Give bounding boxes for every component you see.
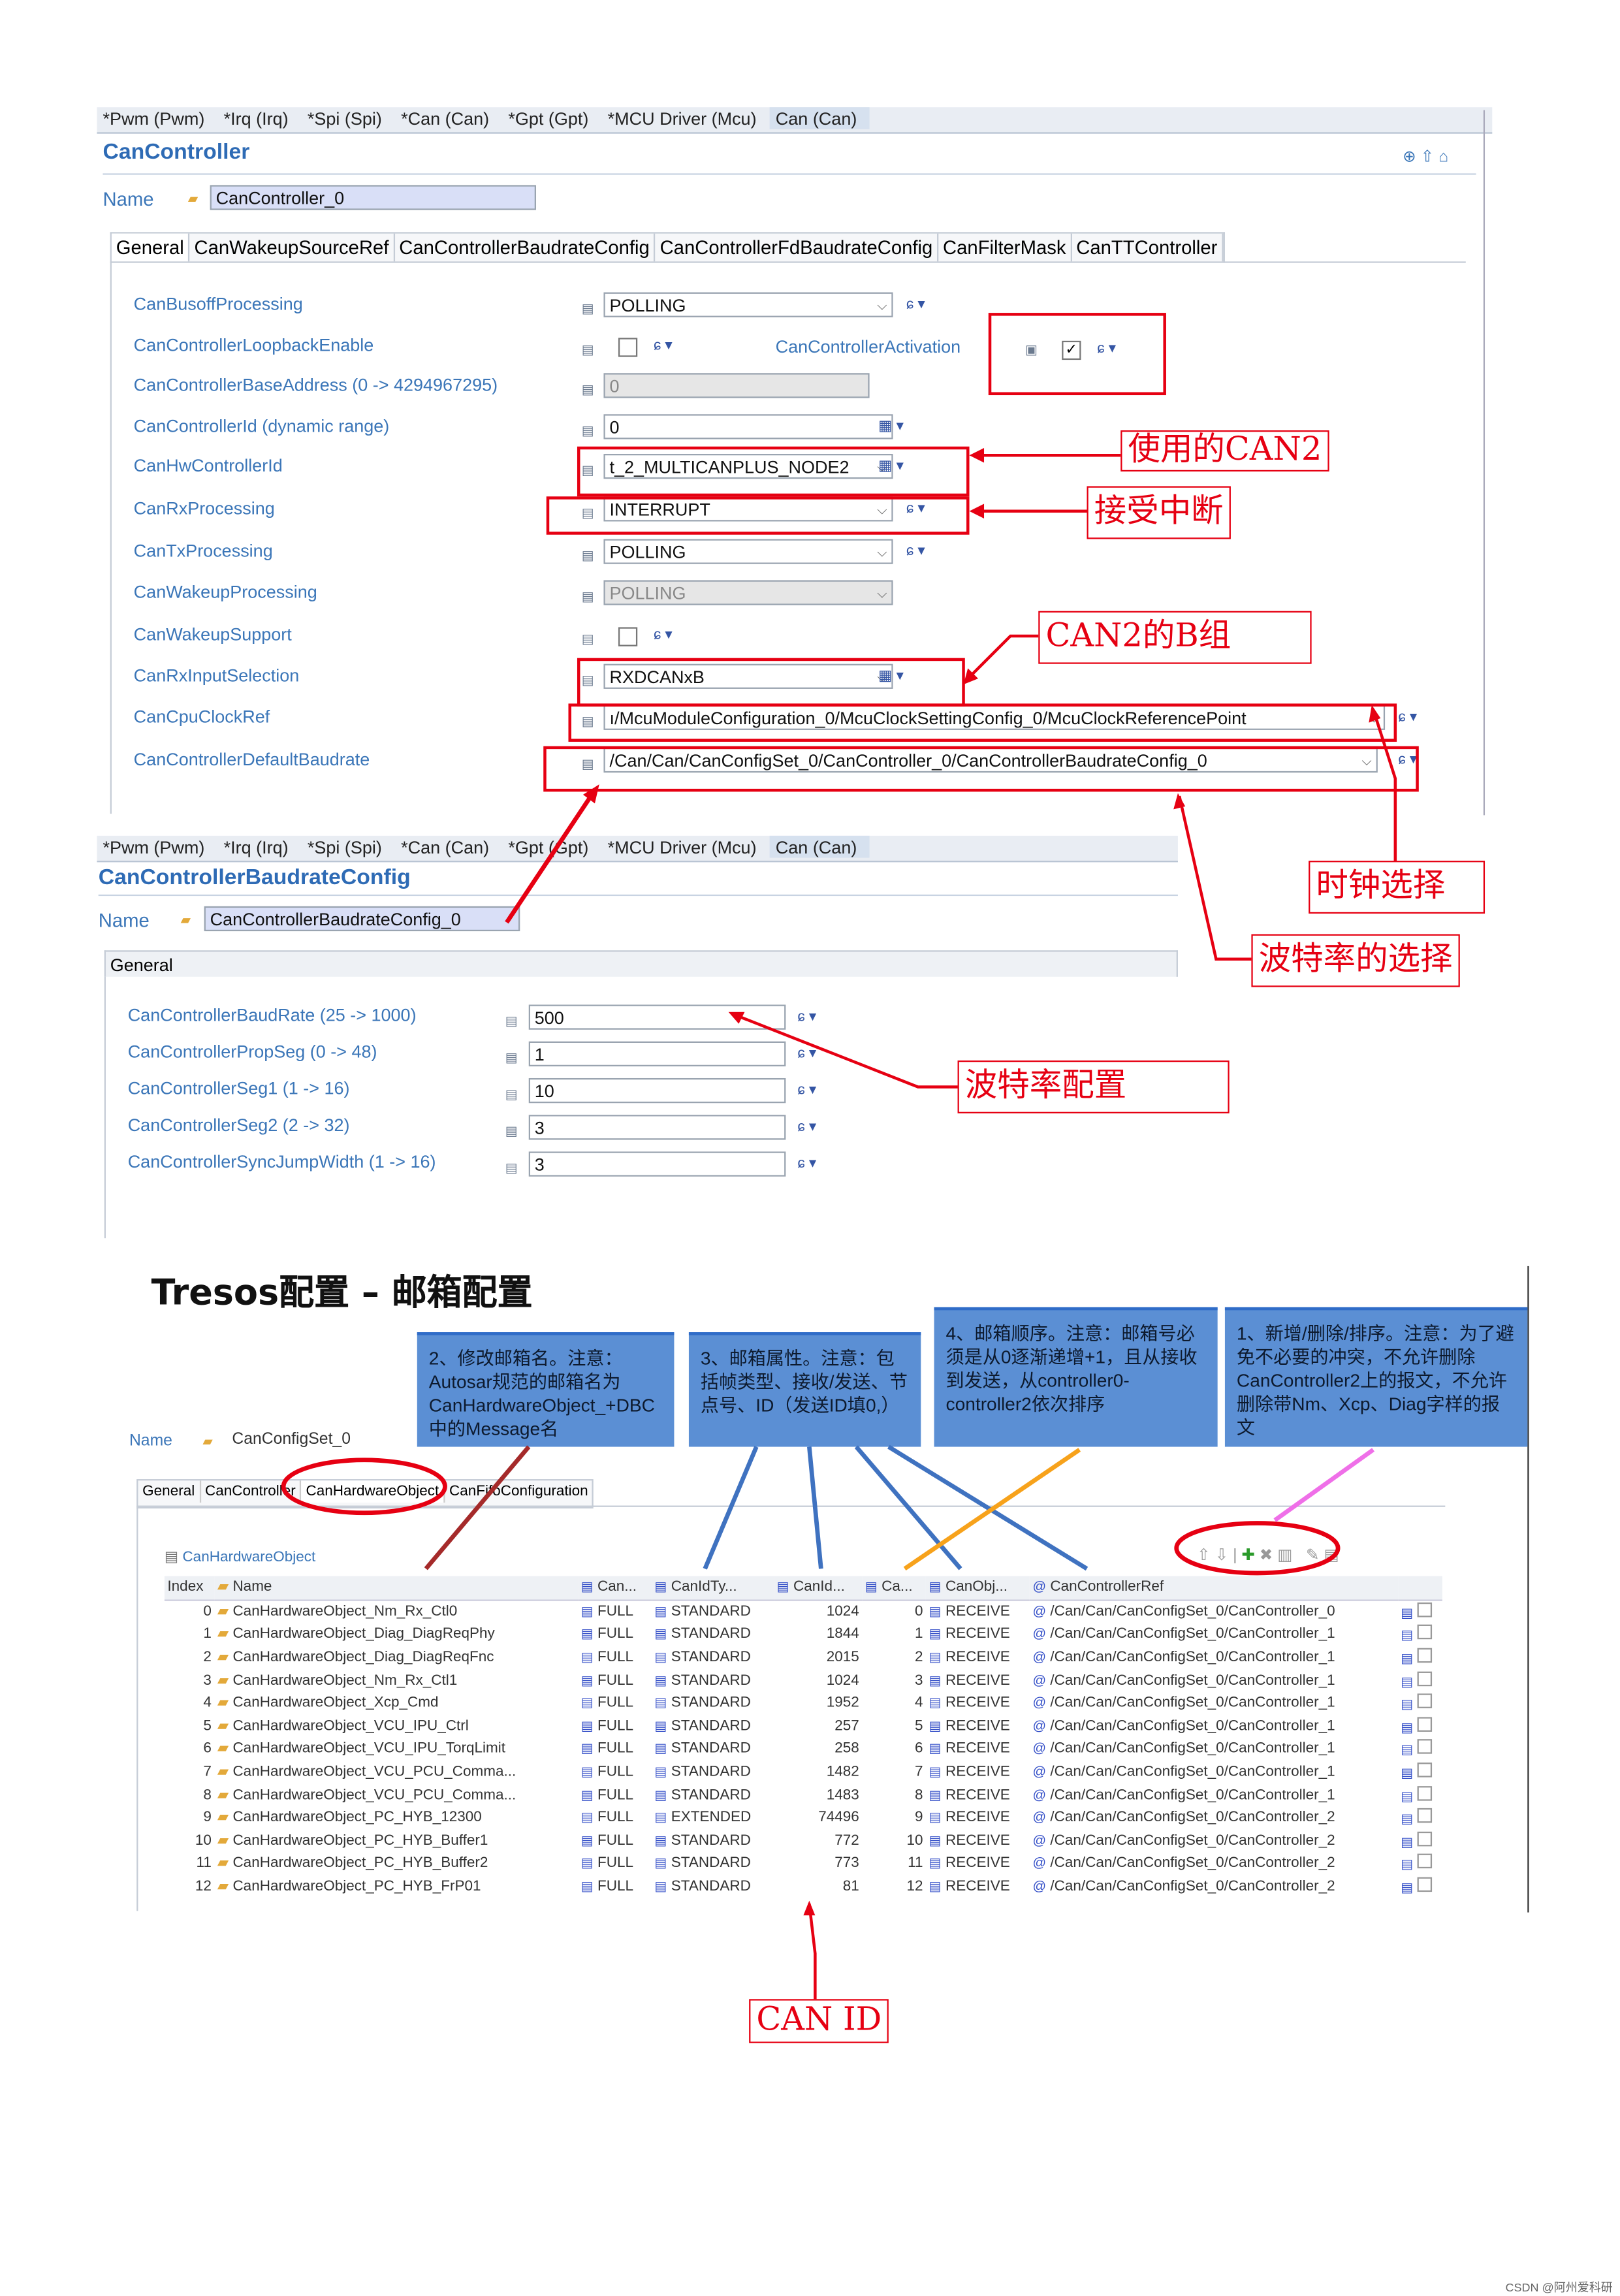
annotation-arrows — [281, 448, 1397, 2000]
arrow — [505, 789, 597, 924]
arrow — [1177, 795, 1252, 961]
arrow — [808, 1903, 817, 2000]
arrow — [731, 1012, 958, 1089]
arrow — [965, 634, 1039, 682]
page: *Pwm (Pwm) *Irq (Irq) *Spi (Spi) *Can (Can)… — [0, 0, 1620, 2294]
highlight-ellipse — [281, 1458, 447, 1516]
watermark: CSDN @阿州爱科研 — [1505, 2281, 1613, 2295]
arrow — [1371, 709, 1397, 861]
highlight-ellipse — [1174, 1521, 1341, 1576]
